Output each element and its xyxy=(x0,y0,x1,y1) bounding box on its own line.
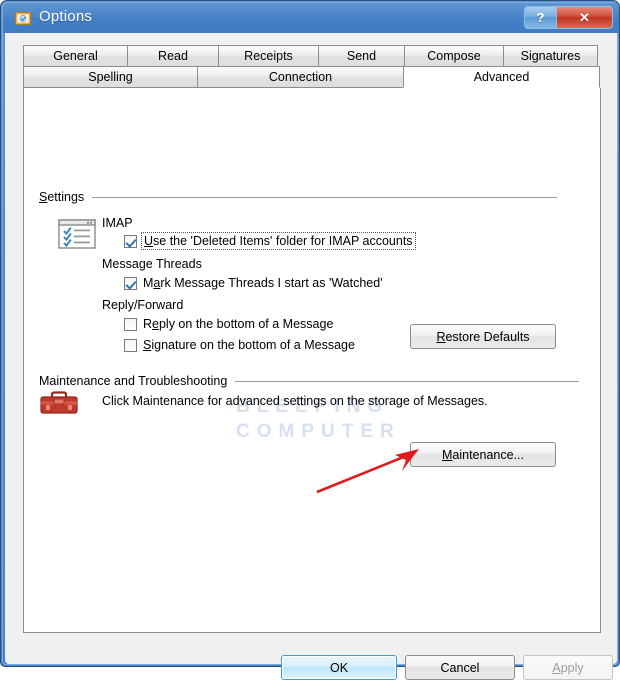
tab-signatures[interactable]: Signatures xyxy=(503,45,598,67)
checkbox-label-use-deleted-items: Use the 'Deleted Items' folder for IMAP … xyxy=(141,232,416,250)
section-label-message-threads: Message Threads xyxy=(102,257,202,271)
tab-strip: General Read Receipts Send Compose Signa… xyxy=(23,45,601,88)
apply-button-label: Apply xyxy=(552,661,583,675)
maintenance-group-header: Maintenance and Troubleshooting xyxy=(39,374,579,388)
label-rest: pply xyxy=(560,660,584,675)
help-button[interactable]: ? xyxy=(525,7,557,28)
tab-send[interactable]: Send xyxy=(318,45,405,67)
caption-button-group: ? ✕ xyxy=(524,6,613,29)
accel-char: U xyxy=(144,234,154,248)
checkbox-box-signature-bottom[interactable] xyxy=(124,338,137,352)
checkbox-use-deleted-items-folder[interactable]: Use the 'Deleted Items' folder for IMAP … xyxy=(124,232,416,250)
restore-defaults-button[interactable]: Restore Defaults xyxy=(410,324,556,349)
checklist-window-icon xyxy=(58,219,96,249)
maintenance-button-label: Maintenance... xyxy=(442,448,524,462)
red-arrow-annotation xyxy=(316,449,419,494)
tab-row-2: Spelling Connection Advanced xyxy=(23,66,601,88)
settings-group-label: Settings xyxy=(39,190,84,204)
tab-spelling[interactable]: Spelling xyxy=(23,66,198,88)
checkbox-box-reply-bottom[interactable] xyxy=(124,317,137,331)
maintenance-group-label: Maintenance and Troubleshooting xyxy=(39,374,228,388)
title-bar[interactable]: Options ? ✕ xyxy=(3,3,619,33)
options-dialog-window: Options ? ✕ General Read Receipts Send C… xyxy=(0,0,620,680)
label-rest: rk Message Threads I start as 'Watched' xyxy=(160,276,383,290)
section-label-reply-forward: Reply/Forward xyxy=(102,298,184,312)
settings-label-rest: ettings xyxy=(47,190,85,204)
apply-button[interactable]: Apply xyxy=(523,655,613,680)
label-rest: ignature on the bottom of a Message xyxy=(151,338,355,352)
ok-button[interactable]: OK xyxy=(281,655,397,680)
label-prefix: M xyxy=(143,276,154,290)
dialog-body: General Read Receipts Send Compose Signa… xyxy=(5,33,617,680)
tab-receipts[interactable]: Receipts xyxy=(218,45,319,67)
checkbox-label-mark-threads: Mark Message Threads I start as 'Watched… xyxy=(143,276,383,290)
checkbox-box-use-deleted-items[interactable] xyxy=(124,234,137,248)
cancel-button[interactable]: Cancel xyxy=(405,655,515,680)
maintenance-button[interactable]: Maintenance... xyxy=(410,442,556,467)
advanced-tab-panel: BLEEPING COMPUTER Settings IMAP Use the … xyxy=(23,88,601,633)
checkbox-label-signature-bottom: Signature on the bottom of a Message xyxy=(143,338,355,352)
label-rest: aintenance... xyxy=(452,447,524,462)
maintenance-description: Click Maintenance for advanced settings … xyxy=(102,394,488,408)
toolbox-icon xyxy=(40,391,78,414)
settings-group-header: Settings xyxy=(39,190,579,204)
settings-group-rule xyxy=(92,196,558,198)
label-rest: ply on the bottom of a Message xyxy=(158,317,334,331)
section-label-imap: IMAP xyxy=(102,216,133,230)
tab-read[interactable]: Read xyxy=(127,45,219,67)
maintenance-group-rule xyxy=(235,380,579,382)
close-button[interactable]: ✕ xyxy=(557,7,612,28)
accel-char: A xyxy=(552,660,561,675)
restore-defaults-label: Restore Defaults xyxy=(436,330,529,344)
label-prefix: R xyxy=(143,317,153,331)
label-rest: estore Defaults xyxy=(445,329,530,344)
checkbox-signature-on-bottom[interactable]: Signature on the bottom of a Message xyxy=(124,338,355,352)
tab-connection[interactable]: Connection xyxy=(197,66,404,88)
tab-general[interactable]: General xyxy=(23,45,128,67)
checkbox-reply-on-bottom[interactable]: Reply on the bottom of a Message xyxy=(124,317,333,331)
tab-row-1: General Read Receipts Send Compose Signa… xyxy=(23,45,601,67)
checkbox-mark-message-threads-watched[interactable]: Mark Message Threads I start as 'Watched… xyxy=(124,276,383,290)
tab-advanced[interactable]: Advanced xyxy=(403,66,600,88)
options-window-icon xyxy=(15,12,31,25)
tab-compose[interactable]: Compose xyxy=(404,45,504,67)
checkbox-label-reply-bottom: Reply on the bottom of a Message xyxy=(143,317,333,331)
watermark-line-2: COMPUTER xyxy=(236,421,401,442)
accel-char: e xyxy=(152,317,159,331)
window-title: Options xyxy=(39,8,93,25)
checkbox-box-mark-threads[interactable] xyxy=(124,276,137,290)
label-rest: se the 'Deleted Items' folder for IMAP a… xyxy=(153,234,413,248)
accel-char: M xyxy=(441,447,453,462)
